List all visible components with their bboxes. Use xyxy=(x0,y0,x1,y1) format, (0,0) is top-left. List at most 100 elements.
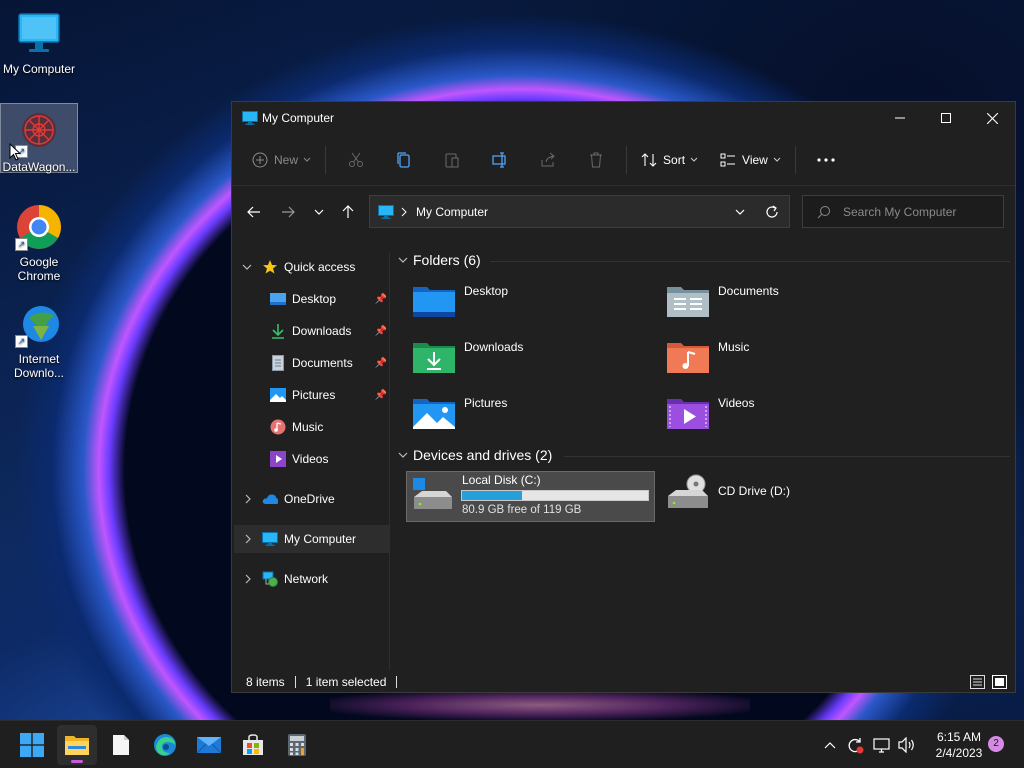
view-button[interactable]: View xyxy=(712,144,789,176)
calculator-icon xyxy=(288,734,306,756)
cut-button[interactable] xyxy=(340,144,372,176)
share-button[interactable] xyxy=(532,144,564,176)
folder-tile-pictures[interactable]: Pictures xyxy=(412,396,507,430)
search-icon xyxy=(817,205,830,218)
drive-tile-cd-drive-d[interactable]: CD Drive (D:) xyxy=(666,474,790,510)
drive-usage-bar xyxy=(461,490,649,501)
nav-item-pictures[interactable]: Pictures 📌 xyxy=(232,381,389,409)
nav-item-desktop[interactable]: Desktop 📌 xyxy=(232,285,389,313)
nav-my-computer[interactable]: My Computer xyxy=(234,525,389,553)
taskbar-file-explorer[interactable] xyxy=(57,725,97,765)
address-dropdown-icon[interactable] xyxy=(735,208,745,216)
large-icons-view-icon[interactable] xyxy=(992,675,1007,689)
desktop-icon-google-chrome[interactable]: ↗ Google Chrome xyxy=(0,203,78,283)
tray-volume[interactable] xyxy=(896,721,918,768)
folder-tile-downloads[interactable]: Downloads xyxy=(412,340,523,374)
folder-tile-desktop[interactable]: Desktop xyxy=(412,284,508,318)
scissors-icon xyxy=(349,152,364,167)
group-divider xyxy=(490,261,1010,262)
monitor-icon xyxy=(378,204,394,219)
running-indicator xyxy=(71,760,83,763)
search-placeholder: Search My Computer xyxy=(843,204,957,219)
drive-usage-fill xyxy=(462,491,522,500)
minimize-button[interactable] xyxy=(877,102,923,134)
toolbar-separator xyxy=(325,145,327,174)
refresh-icon[interactable] xyxy=(765,205,779,219)
drives-group-header[interactable]: Devices and drives (2) xyxy=(398,447,552,463)
taskbar: 6:15 AM 2/4/2023 xyxy=(0,720,1024,768)
up-button[interactable] xyxy=(331,196,365,228)
shortcut-arrow-icon: ↗ xyxy=(15,335,28,348)
folders-group-header[interactable]: Folders (6) xyxy=(398,252,481,268)
nav-onedrive[interactable]: OneDrive xyxy=(232,485,389,513)
folder-name: Downloads xyxy=(464,340,524,354)
search-box[interactable]: Search My Computer xyxy=(802,195,1004,228)
sync-error-icon xyxy=(848,738,864,754)
pin-icon[interactable]: 📌 xyxy=(375,294,387,305)
address-bar[interactable]: My Computer xyxy=(369,195,790,228)
videos-icon xyxy=(270,451,286,467)
folder-tile-videos[interactable]: Videos xyxy=(666,396,754,430)
title-bar[interactable]: My Computer xyxy=(232,102,1015,134)
maximize-icon xyxy=(941,113,951,123)
start-button[interactable] xyxy=(12,725,52,765)
new-label: New xyxy=(274,152,299,167)
nav-item-videos[interactable]: Videos xyxy=(232,445,389,473)
pin-icon[interactable]: 📌 xyxy=(375,326,387,337)
nav-label: Downloads xyxy=(292,324,352,338)
nav-label: My Computer xyxy=(284,532,357,546)
sort-button[interactable]: Sort xyxy=(633,144,706,176)
copy-button[interactable] xyxy=(388,144,420,176)
details-view-icon[interactable] xyxy=(970,675,985,689)
forward-button[interactable] xyxy=(271,196,305,228)
rename-button[interactable] xyxy=(484,144,516,176)
toolbar-separator xyxy=(626,145,628,174)
close-button[interactable] xyxy=(969,102,1015,134)
notification-badge[interactable]: 2 xyxy=(988,736,1004,752)
windows-logo-icon xyxy=(20,733,44,757)
nav-network[interactable]: Network xyxy=(232,565,389,593)
desktop-folder-icon xyxy=(413,287,455,317)
nav-item-music[interactable]: Music xyxy=(232,413,389,441)
monitor-icon xyxy=(262,531,278,547)
taskbar-notepad[interactable] xyxy=(101,725,141,765)
new-button[interactable]: New xyxy=(246,144,319,176)
folder-name: Music xyxy=(718,340,750,354)
pictures-icon xyxy=(270,387,286,403)
taskbar-store[interactable] xyxy=(233,725,273,765)
view-label: View xyxy=(742,152,768,167)
folder-tile-music[interactable]: Music xyxy=(666,340,749,374)
back-button[interactable] xyxy=(237,196,271,228)
desktop-icon-my-computer[interactable]: My Computer xyxy=(0,10,78,76)
chevron-down-icon xyxy=(690,157,698,162)
taskbar-clock[interactable]: 6:15 AM 2/4/2023 xyxy=(926,729,992,761)
taskbar-mail[interactable] xyxy=(189,725,229,765)
desktop-icon-datawagon[interactable]: ↗ DataWagon... xyxy=(0,103,78,174)
status-bar: 8 items 1 item selected xyxy=(232,670,1015,694)
taskbar-edge[interactable] xyxy=(145,725,185,765)
maximize-button[interactable] xyxy=(923,102,969,134)
music-folder-icon xyxy=(667,343,709,373)
arrow-up-icon xyxy=(342,205,354,218)
tray-sync-status[interactable] xyxy=(844,721,866,768)
desktop-icon-internet-download-manager[interactable]: ↗ Internet Downlo... xyxy=(0,300,78,380)
documents-folder-icon xyxy=(667,287,709,317)
folder-name: Desktop xyxy=(464,284,509,298)
taskbar-calculator[interactable] xyxy=(277,725,317,765)
nav-label: Videos xyxy=(292,452,329,466)
tray-network[interactable] xyxy=(871,721,893,768)
show-hidden-icons-button[interactable] xyxy=(820,721,840,768)
pin-icon[interactable]: 📌 xyxy=(375,358,387,369)
drive-tile-local-disk-c[interactable]: Local Disk (C:) 80.9 GB free of 119 GB xyxy=(406,471,655,522)
sort-label: Sort xyxy=(663,152,686,167)
chevron-down-icon xyxy=(303,157,311,162)
more-options-button[interactable] xyxy=(810,144,842,176)
folder-tile-documents[interactable]: Documents xyxy=(666,284,779,318)
delete-button[interactable] xyxy=(580,144,612,176)
nav-item-documents[interactable]: Documents 📌 xyxy=(232,349,389,377)
paste-button[interactable] xyxy=(436,144,468,176)
clipboard-icon xyxy=(445,153,459,167)
nav-quick-access[interactable]: Quick access xyxy=(232,253,389,281)
pin-icon[interactable]: 📌 xyxy=(375,390,387,401)
nav-item-downloads[interactable]: Downloads 📌 xyxy=(232,317,389,345)
